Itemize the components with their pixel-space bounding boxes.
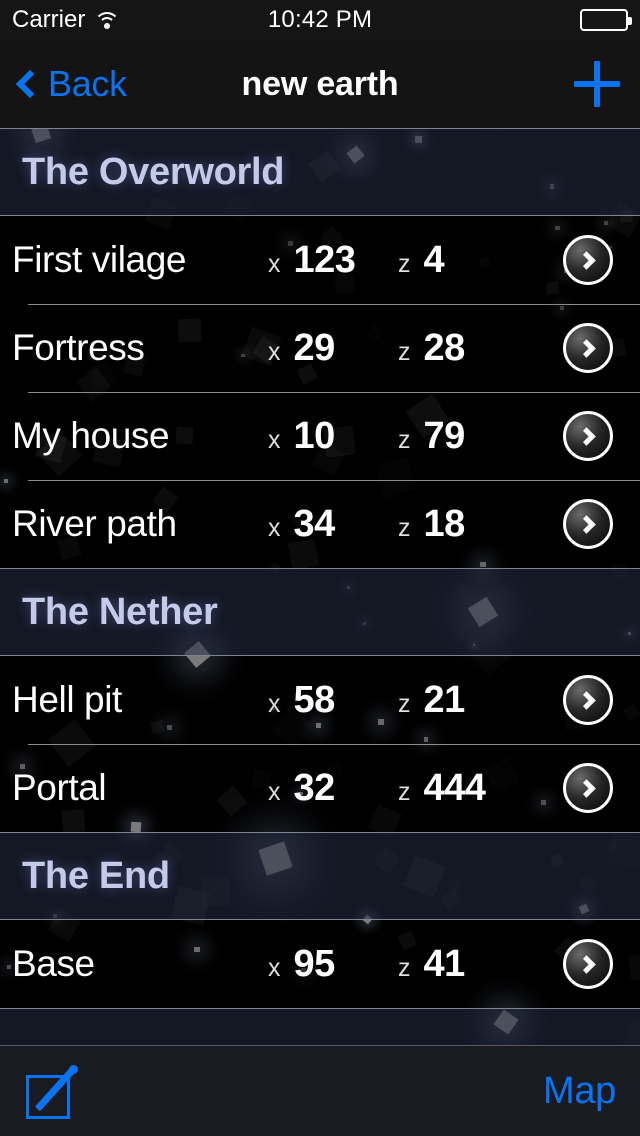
x-axis-label: x — [268, 953, 281, 982]
waypoint-name: Base — [12, 943, 95, 984]
x-axis-label: x — [268, 337, 281, 366]
z-value: 444 — [423, 766, 486, 809]
x-value: 29 — [293, 326, 336, 369]
map-button[interactable]: Map — [543, 1070, 616, 1113]
x-value: 123 — [293, 238, 356, 281]
battery-full-icon — [580, 9, 633, 31]
wifi-icon — [94, 11, 121, 30]
x-coordinate: x 95 — [268, 943, 398, 986]
status-bar: Carrier 10:42 PM — [0, 0, 640, 40]
z-coordinate: z4 — [398, 239, 538, 282]
z-value: 79 — [423, 414, 466, 457]
x-coordinate: x 29 — [268, 327, 398, 370]
chevron-right-circle-icon[interactable] — [563, 323, 613, 373]
x-coordinate: x 32 — [268, 767, 398, 810]
compose-icon[interactable] — [24, 1063, 80, 1119]
z-axis-label: z — [398, 337, 411, 366]
navigation-bar: Back new earth — [0, 40, 640, 128]
x-coordinate: x 34 — [268, 503, 398, 546]
x-axis-label: x — [268, 689, 281, 718]
chevron-left-icon — [15, 69, 45, 99]
z-coordinate: z 41 — [398, 943, 538, 986]
navigation-bar-right — [398, 61, 621, 107]
carrier-label: Carrier — [12, 6, 86, 33]
z-coordinate: z 28 — [398, 327, 538, 370]
waypoint-name: My house — [12, 415, 170, 456]
waypoint-row[interactable]: Hell pit x 58 z 21 — [0, 656, 640, 744]
status-bar-clock: 10:42 PM — [267, 6, 373, 33]
waypoint-name: River path — [12, 503, 177, 544]
z-value: 21 — [423, 678, 466, 721]
section-title: The End — [22, 854, 170, 897]
chevron-right-circle-icon[interactable] — [563, 675, 613, 725]
x-value: 58 — [293, 678, 336, 721]
x-axis-label: x — [268, 425, 281, 454]
x-coordinate: x 123 — [268, 239, 398, 282]
z-value: 28 — [423, 326, 466, 369]
waypoint-name: First vilage — [12, 239, 187, 280]
z-axis-label: z — [398, 425, 411, 454]
app-screen: Carrier 10:42 PM Back new earth The Over… — [0, 0, 640, 1136]
z-axis-label: z — [398, 777, 411, 806]
waypoint-row[interactable]: First vilage x 123 z 4 — [0, 216, 640, 304]
z-value: 18 — [423, 502, 466, 545]
x-axis-label: x — [268, 249, 281, 278]
x-value: 10 — [293, 414, 336, 457]
z-coordinate: z 444 — [398, 767, 538, 810]
section-title: The Nether — [22, 590, 218, 633]
waypoint-name: Fortress — [12, 327, 145, 368]
waypoint-list: The Overworld First vilage x 123 z 4 Fortress x… — [0, 128, 640, 1008]
status-bar-left: Carrier — [12, 6, 268, 34]
waypoint-row[interactable]: Fortress x 29 z 28 — [0, 304, 640, 392]
waypoint-name: Hell pit — [12, 679, 122, 720]
waypoint-name: Portal — [12, 767, 107, 808]
z-coordinate: z 18 — [398, 503, 538, 546]
z-value: 41 — [423, 942, 466, 985]
section-header: The Nether — [0, 568, 640, 656]
back-button-label: Back — [48, 63, 127, 104]
x-axis-label: x — [268, 777, 281, 806]
z-value: 4 — [423, 238, 445, 281]
z-axis-label: z — [398, 249, 411, 278]
section-header: The End — [0, 832, 640, 920]
chevron-right-circle-icon[interactable] — [563, 499, 613, 549]
plus-icon[interactable] — [574, 61, 621, 107]
z-axis-label: z — [398, 689, 411, 718]
x-coordinate: x 58 — [268, 679, 398, 722]
z-axis-label: z — [398, 513, 411, 542]
x-axis-label: x — [268, 513, 281, 542]
waypoint-row[interactable]: Base x 95 z 41 — [0, 920, 640, 1008]
chevron-right-circle-icon[interactable] — [563, 763, 613, 813]
chevron-right-circle-icon[interactable] — [563, 235, 613, 285]
x-value: 32 — [293, 766, 336, 809]
section-title: The Overworld — [22, 150, 285, 193]
list-footer-strip — [0, 1008, 640, 1046]
z-axis-label: z — [398, 953, 411, 982]
z-coordinate: z 21 — [398, 679, 538, 722]
x-value: 95 — [293, 942, 336, 985]
section-header: The Overworld — [0, 128, 640, 216]
waypoint-row[interactable]: River path x 34 z 18 — [0, 480, 640, 568]
waypoint-row[interactable]: Portal x 32 z 444 — [0, 744, 640, 832]
waypoint-row[interactable]: My house x 10 z 79 — [0, 392, 640, 480]
page-title: new earth — [241, 64, 399, 103]
back-button[interactable]: Back — [15, 63, 242, 105]
chevron-right-circle-icon[interactable] — [563, 939, 613, 989]
status-bar-right — [372, 9, 633, 31]
bottom-toolbar: Map — [0, 1046, 640, 1136]
x-coordinate: x 10 — [268, 415, 398, 458]
x-value: 34 — [293, 502, 336, 545]
z-coordinate: z 79 — [398, 415, 538, 458]
chevron-right-circle-icon[interactable] — [563, 411, 613, 461]
